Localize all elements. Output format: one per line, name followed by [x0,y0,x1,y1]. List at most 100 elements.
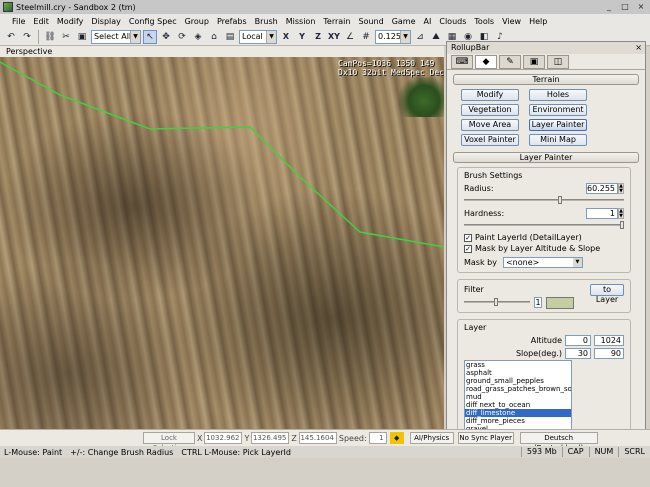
x-coordinate[interactable]: 1032.962 [204,432,243,444]
link-icon[interactable]: ⛓ [43,30,57,44]
hardness-input[interactable]: 1 [586,208,618,219]
modify-button[interactable]: Modify [461,89,519,101]
holes-button[interactable]: Holes [529,89,587,101]
radius-spinner[interactable]: ▲ ▼ [618,183,624,194]
axis-y-button[interactable]: Y [295,30,309,44]
axis-xy-button[interactable]: XY [327,30,341,44]
no-sync-player-button[interactable]: No Sync Player [457,432,514,444]
menu-item-edit[interactable]: Edit [29,17,53,26]
layer-list-item[interactable]: grass [465,361,571,369]
y-coordinate[interactable]: 1326.495 [251,432,290,444]
rollup-close-button[interactable]: × [635,42,642,54]
undo-icon[interactable]: ↶ [4,30,18,44]
layer-list-item[interactable]: mud [465,393,571,401]
hardness-control: 1 ▲ ▼ [586,208,624,219]
objects-tab-icon[interactable]: ⌨ [451,55,473,69]
paint-layerid-checkbox[interactable]: ✓ Paint LayerId (DetailLayer) [464,232,624,243]
close-button[interactable]: × [634,1,648,12]
mini-map-button[interactable]: Mini Map [529,134,587,146]
select-icon[interactable]: ▣ [75,30,89,44]
layer-list-item[interactable]: diff next_to_ocean [465,401,571,409]
environment-button[interactable]: Environment [529,104,587,116]
layer-list-item[interactable]: diff_limestone [465,409,571,417]
layer-list-item[interactable]: road_grass_patches_brown_soil [465,385,571,393]
z-coordinate[interactable]: 145.1604 [298,432,337,444]
axis-z-button[interactable]: Z [311,30,325,44]
modelling-tab-icon[interactable]: ✎ [499,55,521,69]
mask-by-select[interactable]: <none> ▼ [502,257,583,268]
pointer-icon[interactable]: ↖ [143,29,157,44]
layer-list-item[interactable]: asphalt [465,369,571,377]
menu-item-sound[interactable]: Sound [354,17,387,26]
minimize-button[interactable]: _ [602,1,616,12]
slope-min-input[interactable]: 30 [565,348,591,359]
menu-item-modify[interactable]: Modify [53,17,88,26]
angle-snap-icon[interactable]: ⊿ [413,30,427,44]
radius-input[interactable]: 60.255 [586,183,618,194]
slider-thumb[interactable] [620,221,624,229]
redo-icon[interactable]: ↷ [20,30,34,44]
perspective-viewport[interactable]: CamPos=1036 1350 149 Dx10 32bit MedSpec … [0,57,444,429]
menu-item-prefabs[interactable]: Prefabs [213,17,251,26]
maximize-button[interactable]: □ [618,1,632,12]
menu-item-game[interactable]: Game [388,17,420,26]
snap-angle-icon[interactable]: ∠ [343,30,357,44]
hardness-spinner[interactable]: ▲ ▼ [618,208,624,219]
filter-value[interactable]: 1 [534,297,542,308]
speed-input[interactable]: 1 [368,432,387,444]
filter-slider[interactable] [464,297,530,306]
terrain-section-header[interactable]: Terrain [453,74,639,85]
terrain-tools-grid: Modify Holes Vegetation Environment Move… [461,89,639,146]
slider-thumb[interactable] [494,297,498,306]
menu-item-ai[interactable]: AI [420,17,436,26]
viewport-title[interactable]: Perspective [0,46,444,57]
scale-icon[interactable]: ◈ [191,30,205,44]
layer-painter-button[interactable]: Layer Painter [529,119,587,131]
hardness-slider[interactable] [464,221,624,229]
game-mode-icon[interactable]: ◆ [389,432,404,444]
layer-list-item[interactable]: diff_more_pieces [465,417,571,425]
ai-physics-button[interactable]: AI/Physics [409,432,454,444]
menu-item-group[interactable]: Group [181,17,213,26]
menu-item-help[interactable]: Help [525,17,551,26]
slope-max-input[interactable]: 90 [594,348,624,359]
filter-color-swatch[interactable] [546,296,574,309]
move-area-button[interactable]: Move Area [461,119,519,131]
unlink-icon[interactable]: ✂ [59,30,73,44]
layer-painter-section-header[interactable]: Layer Painter [453,152,639,163]
axis-x-button[interactable]: X [279,30,293,44]
to-layer-button[interactable]: to Layer [590,283,624,304]
menu-item-brush[interactable]: Brush [251,17,282,26]
altitude-max-input[interactable]: 1024 [594,335,624,346]
menu-item-clouds[interactable]: Clouds [435,17,470,26]
brush-icon[interactable]: ▤ [223,30,237,44]
terrain-icon[interactable]: ⛰ [429,30,443,44]
menu-item-file[interactable]: File [8,17,29,26]
menu-item-view[interactable]: View [498,17,525,26]
layers-tab-icon[interactable]: ◫ [547,55,569,69]
menu-item-tools[interactable]: Tools [470,17,498,26]
language-indicator[interactable]: Deutsch (Deutschland) [519,432,598,452]
terrain-snap-icon[interactable]: ⌂ [207,30,221,44]
vegetation-button[interactable]: Vegetation [461,104,519,116]
grid-icon[interactable]: # [359,30,373,44]
altitude-min-input[interactable]: 0 [565,335,591,346]
grid-size-select[interactable]: 0.125 ▼ [375,29,411,44]
terrain-tab-icon[interactable]: ◆ [475,55,497,69]
radius-slider[interactable] [464,196,624,204]
coord-system-select[interactable]: Local ▼ [239,29,277,44]
menu-item-mission[interactable]: Mission [282,17,320,26]
layer-list-item[interactable]: ground_small_pepples [465,377,571,385]
selection-mask-select[interactable]: Select All ▼ [91,29,141,44]
slider-thumb[interactable] [557,196,562,204]
display-tab-icon[interactable]: ▣ [523,55,545,69]
voxel-painter-button[interactable]: Voxel Painter [461,134,519,146]
menu-item-display[interactable]: Display [87,17,125,26]
move-icon[interactable]: ✥ [159,30,173,44]
lock-selection-button[interactable]: Lock Selection [143,432,195,452]
mask-altitude-checkbox[interactable]: ✓ Mask by Layer Altitude & Slope [464,243,624,254]
menu-item-terrain[interactable]: Terrain [319,17,354,26]
layer-list[interactable]: grass asphalt ground_small_pepples road_gra… [464,360,572,432]
menu-item-config-spec[interactable]: Config Spec [125,17,181,26]
rotate-icon[interactable]: ⟳ [175,30,189,44]
